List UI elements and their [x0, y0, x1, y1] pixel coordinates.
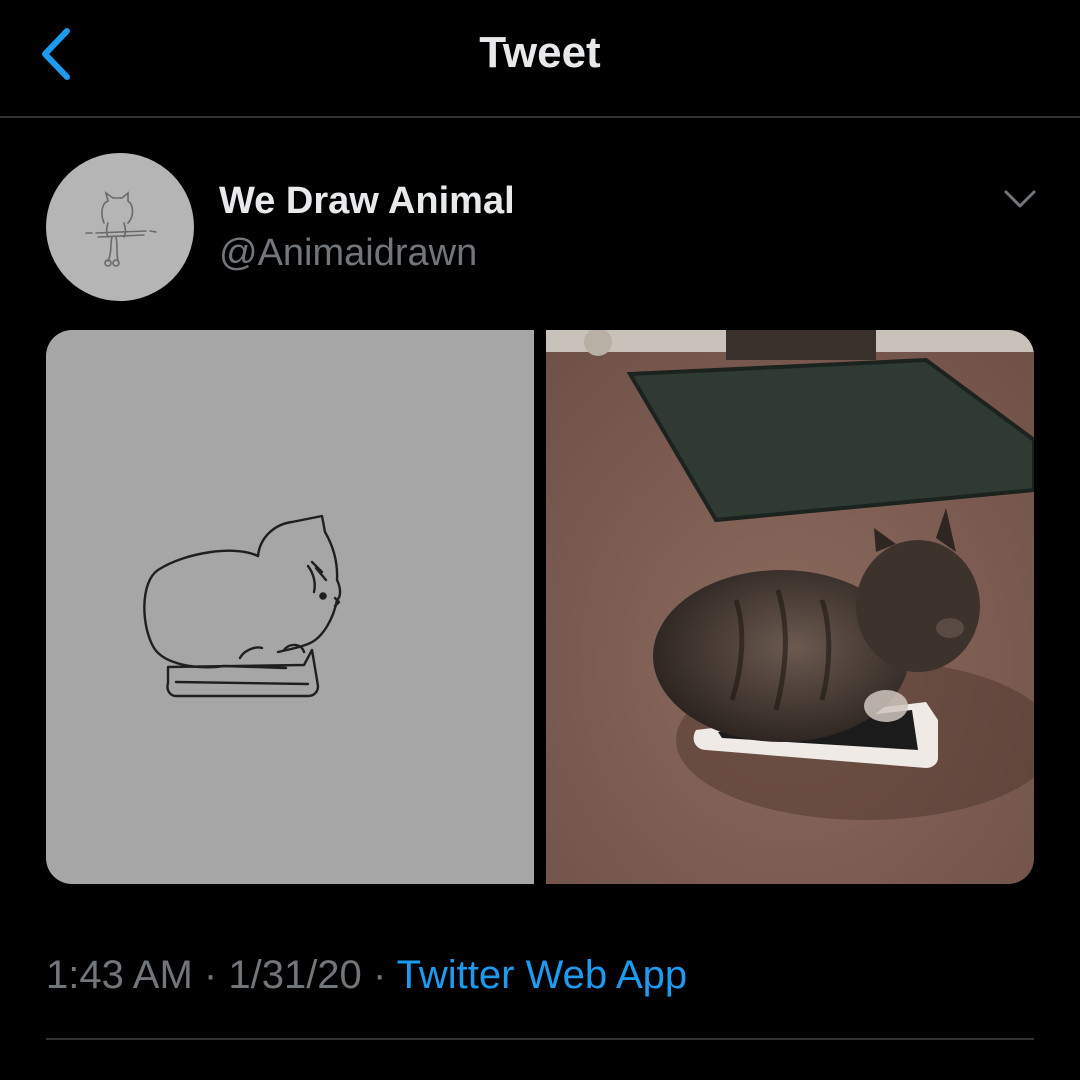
tweet-meta-line: 1:43 AM · 1/31/20 · Twitter Web App [46, 953, 687, 998]
author-name[interactable]: We Draw Animal [219, 180, 515, 223]
avatar[interactable] [46, 153, 194, 301]
divider [46, 1038, 1034, 1040]
tweet-source-link[interactable]: Twitter Web App [397, 953, 688, 997]
cat-drawing-image[interactable] [46, 330, 534, 884]
kitten-photo-image[interactable] [546, 330, 1034, 884]
chevron-down-icon [1004, 190, 1036, 208]
top-nav-bar: Tweet [0, 0, 1080, 118]
tweet-date: 1/31/20 [228, 953, 362, 997]
page-title: Tweet [479, 28, 601, 77]
author-handle[interactable]: @Animaidrawn [219, 232, 477, 275]
separator: · [372, 953, 387, 997]
more-options-button[interactable] [1000, 184, 1040, 216]
tweet-time: 1:43 AM [46, 953, 193, 997]
cat-sketch-avatar-icon [85, 191, 157, 267]
tweet-media-grid [46, 330, 1034, 884]
separator: · [203, 953, 218, 997]
